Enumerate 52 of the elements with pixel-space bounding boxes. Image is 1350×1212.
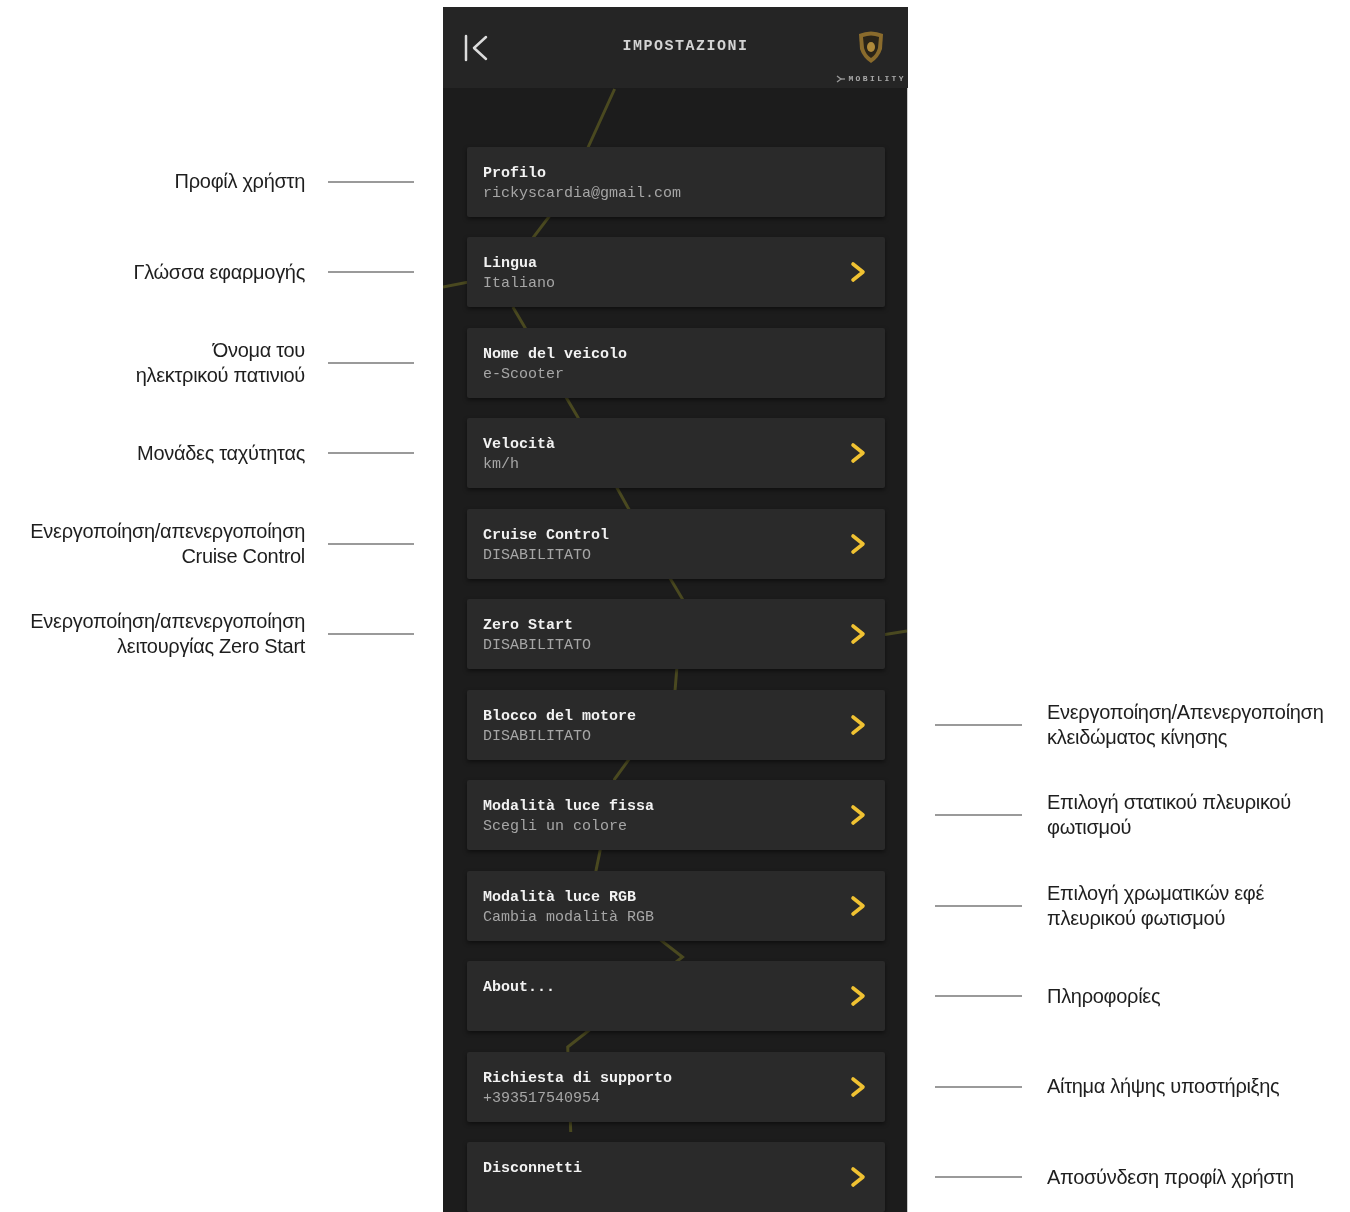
setting-value: Italiano	[483, 274, 555, 294]
setting-title: Modalità luce RGB	[483, 887, 638, 908]
setting-title: Zero Start	[483, 616, 574, 636]
settings-row[interactable]: Modalità luce RGB Cambia modalità RGB	[467, 870, 885, 941]
brand-text: MOBILITY	[848, 74, 906, 84]
setting-value: Cambia modalità RGB	[483, 907, 655, 928]
settings-row[interactable]: Velocità km/h	[467, 418, 885, 488]
setting-title: Cruise Control	[483, 525, 610, 546]
setting-value: Scegli un colore	[483, 817, 629, 837]
setting-value: DISABILITATO	[483, 545, 593, 566]
callout-label: Μονάδες ταχύτητας	[137, 440, 305, 466]
setting-title: Lingua	[483, 254, 538, 274]
settings-row[interactable]: Disconnetti	[467, 1142, 885, 1212]
callout-label: Προφίλ χρήστη	[174, 169, 305, 194]
setting-title: About...	[483, 978, 555, 998]
callout-label: Γλώσσα εφαρμογής	[133, 259, 305, 285]
screen-title: IMPOSTAZIONI	[622, 37, 749, 57]
callout-label: Πληροφορίες	[1047, 983, 1161, 1009]
setting-title: Modalità luce fissa	[483, 797, 655, 817]
setting-value: rickyscardia@gmail.com	[483, 183, 682, 204]
logo-mark-icon	[836, 75, 846, 83]
setting-title: Richiesta di supporto	[483, 1068, 673, 1089]
setting-title: Velocità	[483, 435, 555, 455]
callout-label: Επιλογή χρωματικών εφέ πλευρικού φωτισμού	[1047, 880, 1265, 931]
settings-row[interactable]: Zero Start DISABILITATO	[467, 599, 885, 669]
callout-label: Ενεργοποίηση/απενεργοποίηση Cruise Control	[30, 518, 305, 569]
callout-label: Αίτημα λήψης υποστήριξης	[1047, 1074, 1280, 1099]
callout-label: Επιλογή στατικού πλευρικού φωτισμού	[1047, 790, 1291, 840]
callout-label: Αποσύνδεση προφίλ χρήστη	[1047, 1164, 1294, 1190]
setting-title: Disconnetti	[483, 1159, 583, 1179]
back-icon	[463, 34, 489, 62]
settings-row[interactable]: Profilo rickyscardia@gmail.com	[467, 146, 885, 217]
settings-row[interactable]: Modalità luce fissa Scegli un colore	[467, 780, 885, 850]
setting-title: Nome del veicolo	[483, 344, 628, 365]
settings-row[interactable]: Richiesta di supporto +393517540954	[467, 1051, 885, 1122]
settings-row[interactable]: About...	[467, 961, 885, 1031]
settings-row[interactable]: Nome del veicolo e-Scooter	[467, 327, 885, 398]
setting-title: Blocco del motore	[483, 706, 637, 727]
callout-label: Όνομα του ηλεκτρικού πατινιού	[135, 337, 305, 388]
setting-value: DISABILITATO	[483, 726, 593, 747]
back-button[interactable]	[463, 34, 489, 62]
setting-value: e-Scooter	[483, 364, 565, 385]
setting-value: DISABILITATO	[483, 636, 592, 656]
setting-title: Profilo	[483, 163, 547, 184]
callout-label: Ενεργοποίηση/Απενεργοποίηση κλειδώματος κίνησης	[1047, 699, 1324, 750]
settings-row[interactable]: Blocco del motore DISABILITATO	[467, 689, 885, 760]
shield-logo-icon	[858, 30, 884, 64]
setting-value: km/h	[483, 455, 520, 475]
setting-value: +393517540954	[483, 1088, 602, 1109]
settings-row[interactable]: Cruise Control DISABILITATO	[467, 508, 885, 579]
settings-row[interactable]: Lingua Italiano	[467, 237, 885, 307]
callout-label: Ενεργοποίηση/απενεργοποίηση λειτουργίας Zero Start	[30, 609, 305, 659]
